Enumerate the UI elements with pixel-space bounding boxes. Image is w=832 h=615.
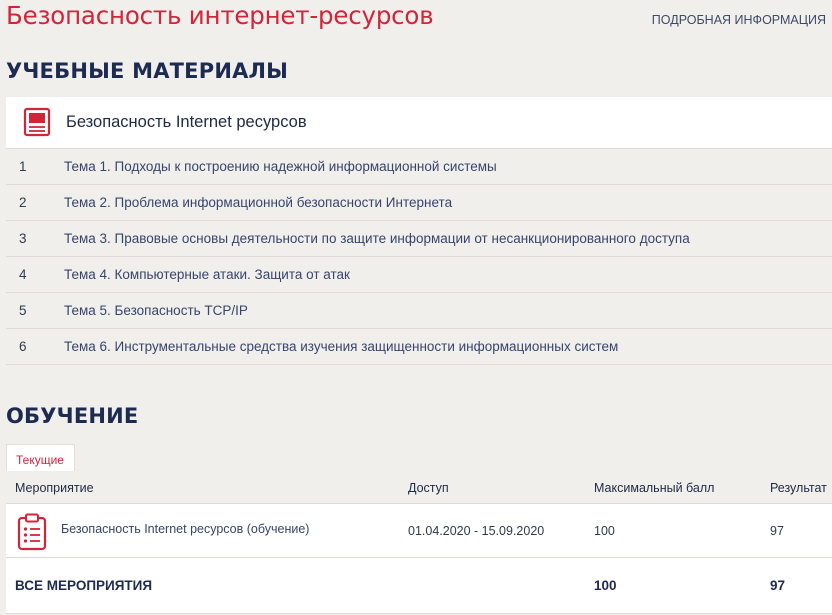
topic-link[interactable]: Тема 6. Инструментальные средства изучен…: [64, 339, 618, 354]
materials-header: Безопасность Internet ресурсов: [6, 97, 832, 149]
event-access: 01.04.2020 - 15.09.2020: [408, 524, 545, 538]
topic-row: 4 Тема 4. Компьютерные атаки. Защита от …: [6, 257, 832, 293]
topic-link[interactable]: Тема 3. Правовые основы деятельности по …: [64, 231, 690, 246]
event-result: 97: [770, 524, 784, 538]
page: Безопасность интернет-ресурсов ПОДРОБНАЯ…: [0, 0, 832, 615]
materials-title: Безопасность Internet ресурсов: [66, 113, 307, 131]
events-table: Мероприятие Доступ Максимальный балл Рез…: [6, 471, 832, 614]
clipboard-list-icon: [17, 513, 47, 551]
course-title: Безопасность интернет-ресурсов: [6, 1, 434, 30]
total-result: 97: [770, 578, 786, 593]
more-info-link[interactable]: ПОДРОБНАЯ ИНФОРМАЦИЯ: [652, 13, 826, 27]
topic-link[interactable]: Тема 4. Компьютерные атаки. Защита от ат…: [64, 267, 350, 282]
column-header-access: Доступ: [408, 481, 449, 495]
topic-row: 2 Тема 2. Проблема информационной безопа…: [6, 185, 832, 221]
topic-row: 1 Тема 1. Подходы к построению надежной …: [6, 149, 832, 185]
book-icon: [23, 107, 51, 137]
event-max-score: 100: [594, 524, 615, 538]
total-max-score: 100: [594, 578, 617, 593]
column-header-max-score: Максимальный балл: [594, 481, 715, 495]
table-header: Мероприятие Доступ Максимальный балл Рез…: [6, 471, 832, 504]
topic-number: 1: [19, 159, 27, 174]
materials-heading: УЧЕБНЫЕ МАТЕРИАЛЫ: [6, 59, 289, 83]
total-label: ВСЕ МЕРОПРИЯТИЯ: [15, 578, 153, 593]
topic-link[interactable]: Тема 2. Проблема информационной безопасн…: [64, 195, 452, 210]
total-row: ВСЕ МЕРОПРИЯТИЯ 100 97: [6, 558, 832, 614]
topic-row: 3 Тема 3. Правовые основы деятельности п…: [6, 221, 832, 257]
topic-link[interactable]: Тема 5. Безопасность TCP/IP: [64, 303, 248, 318]
topic-number: 6: [19, 339, 27, 354]
topic-row: 5 Тема 5. Безопасность TCP/IP: [6, 293, 832, 329]
event-link[interactable]: Безопасность Internet ресурсов (обучение…: [61, 522, 309, 536]
topic-number: 2: [19, 195, 27, 210]
header: Безопасность интернет-ресурсов ПОДРОБНАЯ…: [6, 0, 832, 40]
topic-number: 4: [19, 267, 27, 282]
tab-current[interactable]: Текущие: [6, 444, 75, 471]
column-header-event: Мероприятие: [15, 481, 94, 495]
learning-heading: ОБУЧЕНИЕ: [6, 404, 139, 428]
topic-number: 5: [19, 303, 27, 318]
column-header-result: Результат: [770, 481, 827, 495]
table-row: Безопасность Internet ресурсов (обучение…: [6, 504, 832, 558]
topic-number: 3: [19, 231, 27, 246]
materials-panel: Безопасность Internet ресурсов 1 Тема 1.…: [6, 97, 832, 365]
topic-link[interactable]: Тема 1. Подходы к построению надежной ин…: [64, 159, 497, 174]
topic-row: 6 Тема 6. Инструментальные средства изуч…: [6, 329, 832, 365]
